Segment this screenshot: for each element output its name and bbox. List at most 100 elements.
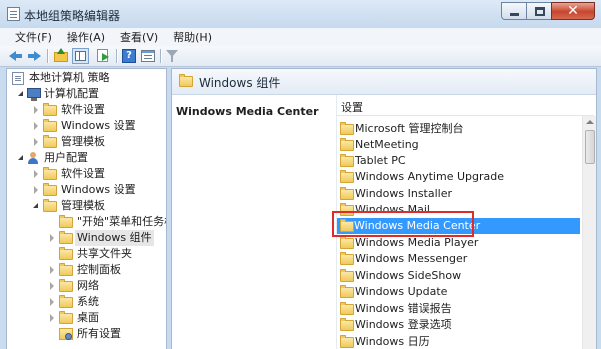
help-icon: ?: [122, 49, 136, 63]
collapsed-triangle-icon[interactable]: [50, 266, 54, 274]
menu-view[interactable]: 查看(V): [112, 29, 165, 45]
menu-file[interactable]: 文件(F): [0, 29, 59, 45]
collapsed-triangle-icon[interactable]: [50, 282, 54, 290]
tree-node-label: 桌面: [77, 311, 99, 324]
user-icon: [27, 152, 40, 165]
details-header: Windows 组件: [172, 69, 596, 95]
tree-node-label: 管理模板: [61, 135, 105, 148]
properties-icon: [141, 50, 155, 62]
tree-node-label: 软件设置: [61, 167, 105, 180]
collapsed-triangle-icon[interactable]: [34, 186, 38, 194]
show-hide-tree-button[interactable]: [72, 48, 89, 64]
list-item-label: Microsoft 管理控制台: [355, 122, 464, 135]
tree-node-label: 网络: [77, 279, 99, 292]
tree-node-user-software-settings[interactable]: 软件设置: [10, 166, 165, 182]
back-button[interactable]: [8, 48, 24, 64]
folder-icon: [43, 199, 57, 212]
tree-node-user-admin-templates[interactable]: 管理模板: [10, 198, 165, 214]
tree-node-label: 控制面板: [77, 263, 121, 276]
tree-node-computer-windows-settings[interactable]: Windows 设置: [10, 118, 165, 134]
list-item-label: Windows SideShow: [355, 269, 462, 282]
up-one-level-button[interactable]: [53, 48, 69, 64]
folder-icon: [59, 215, 73, 228]
caption-buttons: ✕: [501, 2, 595, 20]
close-button[interactable]: ✕: [551, 2, 595, 20]
maximize-icon: [535, 7, 545, 16]
tree-node-user-windows-settings[interactable]: Windows 设置: [10, 182, 165, 198]
folder-icon: [340, 285, 354, 298]
forward-button[interactable]: [26, 48, 42, 64]
collapsed-triangle-icon[interactable]: [34, 138, 38, 146]
folder-icon: [340, 154, 354, 167]
collapsed-triangle-icon[interactable]: [34, 106, 38, 114]
console-tree-icon: [75, 51, 86, 61]
tree-node-shared-folders[interactable]: 共享文件夹: [10, 246, 165, 262]
expanded-triangle-icon[interactable]: [18, 91, 23, 96]
tree-node-network[interactable]: 网络: [10, 278, 165, 294]
list-item-label: Windows 日历: [355, 335, 430, 348]
highlight-annotation-box: [332, 211, 474, 237]
tree-node-computer-config[interactable]: 计算机配置: [10, 86, 165, 102]
expanded-triangle-icon[interactable]: [33, 203, 38, 208]
collapsed-triangle-icon[interactable]: [50, 234, 54, 242]
export-arrow-icon: [102, 53, 109, 61]
menu-bar: 文件(F) 操作(A) 查看(V) 帮助(H): [0, 28, 601, 46]
scroll-thumb[interactable]: [585, 130, 595, 164]
tree-node-desktop[interactable]: 桌面: [10, 310, 165, 326]
toolbar: ?: [0, 46, 601, 67]
tree-node-computer-software-settings[interactable]: 软件设置: [10, 102, 165, 118]
list-item-label: Tablet PC: [355, 154, 406, 167]
export-list-button[interactable]: [95, 48, 111, 64]
folder-icon: [340, 236, 354, 249]
tree-node-system[interactable]: 系统: [10, 294, 165, 310]
list-item-label: Windows Update: [355, 285, 448, 298]
policy-icon: [12, 72, 24, 85]
filter-button[interactable]: [164, 48, 180, 64]
list-item-label: Windows Anytime Upgrade: [355, 170, 504, 183]
menu-action[interactable]: 操作(A): [59, 29, 112, 45]
maximize-button[interactable]: [526, 2, 552, 20]
toolbar-separator: [47, 49, 48, 63]
tree-node-computer-admin-templates[interactable]: 管理模板: [10, 134, 165, 150]
collapsed-triangle-icon[interactable]: [34, 122, 38, 130]
forward-arrow-icon: [34, 51, 41, 61]
collapsed-triangle-icon[interactable]: [34, 170, 38, 178]
title-bar[interactable]: 本地组策略编辑器 ✕: [0, 0, 601, 28]
collapsed-triangle-icon[interactable]: [50, 314, 54, 322]
tree-node-label: 共享文件夹: [77, 247, 132, 260]
column-header-setting[interactable]: 设置: [337, 99, 594, 116]
properties-button[interactable]: [140, 48, 156, 64]
collapsed-triangle-icon[interactable]: [50, 298, 54, 306]
folder-icon: [340, 335, 354, 348]
folder-icon: [59, 311, 73, 324]
tree-node-label: Windows 设置: [61, 119, 136, 132]
folder-icon: [340, 138, 354, 151]
tree-node-windows-components[interactable]: Windows 组件: [10, 230, 165, 246]
toolbar-separator: [160, 49, 161, 63]
tree-node-user-config[interactable]: 用户配置: [10, 150, 165, 166]
help-button[interactable]: ?: [121, 48, 137, 64]
minimize-button[interactable]: [501, 2, 527, 20]
minimize-icon: [510, 13, 519, 16]
console-tree[interactable]: 本地计算机 策略 计算机配置 软件设置 Windows 设置 管理模板 用户配置…: [6, 68, 167, 349]
tree-node-all-settings[interactable]: 所有设置: [10, 326, 165, 342]
expanded-triangle-icon[interactable]: [18, 155, 23, 160]
folder-icon: [340, 302, 354, 315]
scroll-up-arrow-icon[interactable]: [586, 120, 594, 124]
menu-help[interactable]: 帮助(H): [165, 29, 219, 45]
tree-node-start-menu-taskbar[interactable]: "开始"菜单和任务栏: [10, 214, 166, 230]
tree-node-local-computer-policy[interactable]: 本地计算机 策略: [10, 70, 165, 86]
list-item-label: Windows Media Player: [355, 236, 479, 249]
folder-icon: [59, 263, 73, 276]
tree-node-control-panel[interactable]: 控制面板: [10, 262, 165, 278]
folder-icon: [340, 122, 354, 135]
vertical-scrollbar[interactable]: [582, 116, 596, 349]
folder-icon: [179, 74, 193, 87]
list-item-label: Windows Messenger: [355, 252, 468, 265]
back-arrow-shaft: [15, 54, 22, 58]
up-arrow-icon: [57, 48, 65, 54]
folder-icon: [59, 279, 73, 292]
folder-icon: [43, 167, 57, 180]
folder-icon: [59, 295, 73, 308]
tree-node-label: Windows 设置: [61, 183, 136, 196]
